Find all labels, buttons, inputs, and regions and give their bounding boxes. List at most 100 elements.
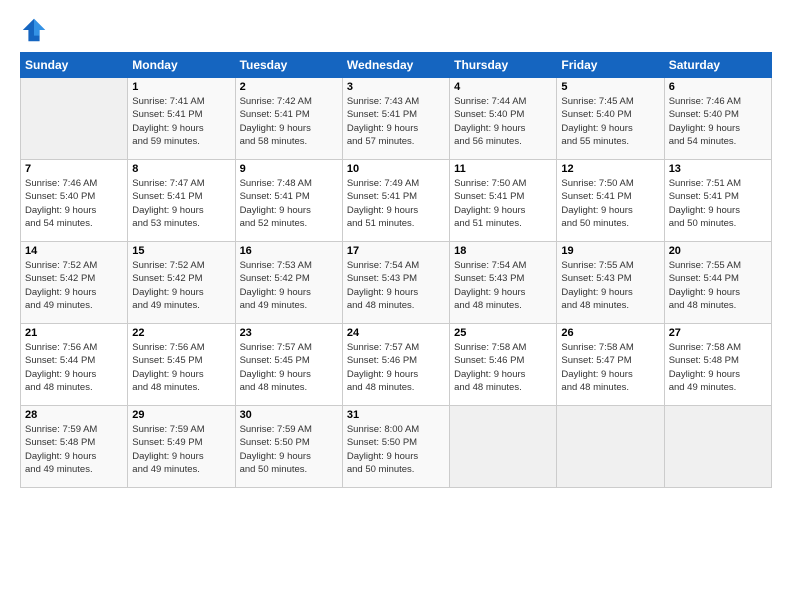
day-info: Sunrise: 7:56 AM Sunset: 5:45 PM Dayligh… <box>132 341 230 394</box>
day-number: 5 <box>561 81 659 93</box>
day-cell: 13Sunrise: 7:51 AM Sunset: 5:41 PM Dayli… <box>664 160 771 242</box>
day-info: Sunrise: 7:56 AM Sunset: 5:44 PM Dayligh… <box>25 341 123 394</box>
day-cell: 11Sunrise: 7:50 AM Sunset: 5:41 PM Dayli… <box>450 160 557 242</box>
logo <box>20 16 52 44</box>
day-number: 25 <box>454 327 552 339</box>
day-info: Sunrise: 8:00 AM Sunset: 5:50 PM Dayligh… <box>347 423 445 476</box>
day-cell: 9 Sunrise: 7:48 AM Sunset: 5:41 PM Daylig… <box>235 160 342 242</box>
day-number: 2 <box>240 81 338 93</box>
day-cell: 8Sunrise: 7:47 AM Sunset: 5:41 PM Daylig… <box>128 160 235 242</box>
day-info: Sunrise: 7:59 AM Sunset: 5:49 PM Dayligh… <box>132 423 230 476</box>
day-cell <box>557 406 664 488</box>
day-info: Sunrise: 7:48 AM Sunset: 5:41 PM Dayligh… <box>240 177 338 230</box>
day-cell: 20 Sunrise: 7:55 AM Sunset: 5:44 PM Dayli… <box>664 242 771 324</box>
day-info: Sunrise: 7:49 AM Sunset: 5:41 PM Dayligh… <box>347 177 445 230</box>
day-cell: 26 Sunrise: 7:58 AM Sunset: 5:47 PM Dayli… <box>557 324 664 406</box>
day-cell <box>21 78 128 160</box>
day-number: 26 <box>561 327 659 339</box>
header-row: SundayMondayTuesdayWednesdayThursdayFrid… <box>21 53 772 78</box>
week-row-4: 21 Sunrise: 7:56 AM Sunset: 5:44 PM Dayli… <box>21 324 772 406</box>
day-number: 21 <box>25 327 123 339</box>
day-cell: 4 Sunrise: 7:44 AM Sunset: 5:40 PM Daylig… <box>450 78 557 160</box>
day-cell: 12 Sunrise: 7:50 AM Sunset: 5:41 PM Dayli… <box>557 160 664 242</box>
day-number: 18 <box>454 245 552 257</box>
day-info: Sunrise: 7:55 AM Sunset: 5:43 PM Dayligh… <box>561 259 659 312</box>
day-cell: 14 Sunrise: 7:52 AM Sunset: 5:42 PM Dayli… <box>21 242 128 324</box>
day-info: Sunrise: 7:44 AM Sunset: 5:40 PM Dayligh… <box>454 95 552 148</box>
day-info: Sunrise: 7:58 AM Sunset: 5:47 PM Dayligh… <box>561 341 659 394</box>
col-header-saturday: Saturday <box>664 53 771 78</box>
day-cell: 22 Sunrise: 7:56 AM Sunset: 5:45 PM Dayli… <box>128 324 235 406</box>
day-cell: 25 Sunrise: 7:58 AM Sunset: 5:46 PM Dayli… <box>450 324 557 406</box>
day-number: 28 <box>25 409 123 421</box>
day-info: Sunrise: 7:55 AM Sunset: 5:44 PM Dayligh… <box>669 259 767 312</box>
day-number: 9 <box>240 163 338 175</box>
col-header-sunday: Sunday <box>21 53 128 78</box>
day-info: Sunrise: 7:46 AM Sunset: 5:40 PM Dayligh… <box>25 177 123 230</box>
week-row-2: 7 Sunrise: 7:46 AM Sunset: 5:40 PM Daylig… <box>21 160 772 242</box>
day-cell: 5 Sunrise: 7:45 AM Sunset: 5:40 PM Daylig… <box>557 78 664 160</box>
day-info: Sunrise: 7:51 AM Sunset: 5:41 PM Dayligh… <box>669 177 767 230</box>
day-info: Sunrise: 7:47 AM Sunset: 5:41 PM Dayligh… <box>132 177 230 230</box>
col-header-wednesday: Wednesday <box>342 53 449 78</box>
day-info: Sunrise: 7:43 AM Sunset: 5:41 PM Dayligh… <box>347 95 445 148</box>
day-cell: 1 Sunrise: 7:41 AM Sunset: 5:41 PM Daylig… <box>128 78 235 160</box>
day-cell: 30 Sunrise: 7:59 AM Sunset: 5:50 PM Dayli… <box>235 406 342 488</box>
day-cell: 18 Sunrise: 7:54 AM Sunset: 5:43 PM Dayli… <box>450 242 557 324</box>
col-header-tuesday: Tuesday <box>235 53 342 78</box>
day-number: 29 <box>132 409 230 421</box>
day-number: 4 <box>454 81 552 93</box>
day-info: Sunrise: 7:58 AM Sunset: 5:46 PM Dayligh… <box>454 341 552 394</box>
day-number: 14 <box>25 245 123 257</box>
day-info: Sunrise: 7:57 AM Sunset: 5:45 PM Dayligh… <box>240 341 338 394</box>
day-number: 17 <box>347 245 445 257</box>
day-info: Sunrise: 7:41 AM Sunset: 5:41 PM Dayligh… <box>132 95 230 148</box>
day-number: 12 <box>561 163 659 175</box>
day-cell: 19 Sunrise: 7:55 AM Sunset: 5:43 PM Dayli… <box>557 242 664 324</box>
day-number: 30 <box>240 409 338 421</box>
day-info: Sunrise: 7:58 AM Sunset: 5:48 PM Dayligh… <box>669 341 767 394</box>
header <box>20 16 772 44</box>
day-number: 19 <box>561 245 659 257</box>
day-cell: 7 Sunrise: 7:46 AM Sunset: 5:40 PM Daylig… <box>21 160 128 242</box>
day-number: 23 <box>240 327 338 339</box>
day-number: 7 <box>25 163 123 175</box>
day-cell <box>664 406 771 488</box>
day-cell: 10 Sunrise: 7:49 AM Sunset: 5:41 PM Dayli… <box>342 160 449 242</box>
day-cell <box>450 406 557 488</box>
day-info: Sunrise: 7:59 AM Sunset: 5:48 PM Dayligh… <box>25 423 123 476</box>
day-info: Sunrise: 7:45 AM Sunset: 5:40 PM Dayligh… <box>561 95 659 148</box>
day-info: Sunrise: 7:54 AM Sunset: 5:43 PM Dayligh… <box>347 259 445 312</box>
week-row-3: 14 Sunrise: 7:52 AM Sunset: 5:42 PM Dayli… <box>21 242 772 324</box>
day-number: 11 <box>454 163 552 175</box>
day-cell: 24Sunrise: 7:57 AM Sunset: 5:46 PM Dayli… <box>342 324 449 406</box>
col-header-thursday: Thursday <box>450 53 557 78</box>
day-cell: 17 Sunrise: 7:54 AM Sunset: 5:43 PM Dayli… <box>342 242 449 324</box>
day-cell: 3 Sunrise: 7:43 AM Sunset: 5:41 PM Daylig… <box>342 78 449 160</box>
day-info: Sunrise: 7:50 AM Sunset: 5:41 PM Dayligh… <box>561 177 659 230</box>
day-cell: 23 Sunrise: 7:57 AM Sunset: 5:45 PM Dayli… <box>235 324 342 406</box>
day-number: 1 <box>132 81 230 93</box>
day-info: Sunrise: 7:52 AM Sunset: 5:42 PM Dayligh… <box>132 259 230 312</box>
day-cell: 31Sunrise: 8:00 AM Sunset: 5:50 PM Dayli… <box>342 406 449 488</box>
day-number: 3 <box>347 81 445 93</box>
week-row-5: 28 Sunrise: 7:59 AM Sunset: 5:48 PM Dayli… <box>21 406 772 488</box>
day-cell: 28 Sunrise: 7:59 AM Sunset: 5:48 PM Dayli… <box>21 406 128 488</box>
day-info: Sunrise: 7:54 AM Sunset: 5:43 PM Dayligh… <box>454 259 552 312</box>
day-number: 10 <box>347 163 445 175</box>
day-cell: 27 Sunrise: 7:58 AM Sunset: 5:48 PM Dayli… <box>664 324 771 406</box>
day-info: Sunrise: 7:53 AM Sunset: 5:42 PM Dayligh… <box>240 259 338 312</box>
day-number: 22 <box>132 327 230 339</box>
calendar-table: SundayMondayTuesdayWednesdayThursdayFrid… <box>20 52 772 488</box>
day-number: 15 <box>132 245 230 257</box>
day-cell: 16Sunrise: 7:53 AM Sunset: 5:42 PM Dayli… <box>235 242 342 324</box>
day-info: Sunrise: 7:59 AM Sunset: 5:50 PM Dayligh… <box>240 423 338 476</box>
day-info: Sunrise: 7:52 AM Sunset: 5:42 PM Dayligh… <box>25 259 123 312</box>
day-cell: 21 Sunrise: 7:56 AM Sunset: 5:44 PM Dayli… <box>21 324 128 406</box>
day-number: 20 <box>669 245 767 257</box>
day-number: 27 <box>669 327 767 339</box>
page: SundayMondayTuesdayWednesdayThursdayFrid… <box>0 0 792 612</box>
col-header-monday: Monday <box>128 53 235 78</box>
day-info: Sunrise: 7:57 AM Sunset: 5:46 PM Dayligh… <box>347 341 445 394</box>
day-cell: 15 Sunrise: 7:52 AM Sunset: 5:42 PM Dayli… <box>128 242 235 324</box>
